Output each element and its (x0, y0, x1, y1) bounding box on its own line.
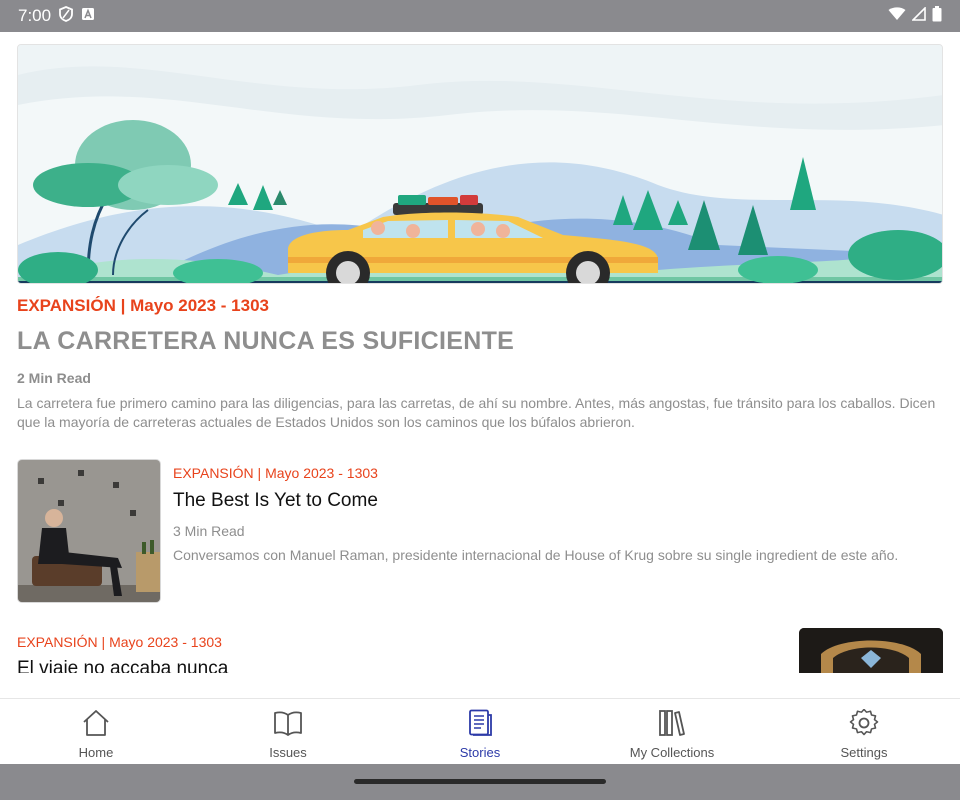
story-card[interactable]: EXPANSIÓN | Mayo 2023 - 1303 El viaje no… (17, 628, 943, 673)
home-gesture-handle[interactable] (354, 779, 606, 784)
stories-feed[interactable]: EXPANSIÓN | Mayo 2023 - 1303 LA CARRETER… (0, 32, 960, 673)
hero-read-time: 2 Min Read (17, 370, 91, 386)
hero-title[interactable]: LA CARRETERA NUNCA ES SUFICIENTE (17, 327, 514, 356)
nav-label: Stories (459, 745, 501, 760)
story-kicker: EXPANSIÓN | Mayo 2023 - 1303 (173, 465, 378, 481)
status-bar: 7:00 (0, 0, 960, 32)
nav-label: Settings (840, 745, 888, 760)
signal-icon (911, 5, 926, 26)
library-icon (657, 709, 687, 742)
nav-label: Home (78, 745, 114, 760)
story-summary: Conversamos con Manuel Raman, presidente… (173, 547, 899, 563)
hero-kicker: EXPANSIÓN | Mayo 2023 - 1303 (17, 296, 269, 315)
nav-stories[interactable]: Stories (384, 699, 576, 764)
nav-label: My Collections (629, 745, 715, 760)
system-navigation-bar (0, 764, 960, 800)
nav-my-collections[interactable]: My Collections (576, 699, 768, 764)
app-screen: 7:00 EXPANSIÓN | Mayo 2023 - 1303 LA CAR… (0, 0, 960, 800)
battery-icon (932, 5, 942, 27)
home-icon (81, 709, 111, 742)
wifi-icon (888, 6, 906, 26)
nav-settings[interactable]: Settings (768, 699, 960, 764)
story-thumbnail (799, 628, 943, 673)
shield-icon (59, 5, 73, 27)
story-kicker: EXPANSIÓN | Mayo 2023 - 1303 (17, 634, 222, 650)
story-title[interactable]: El viaje no accaba nunca (17, 658, 228, 673)
story-title[interactable]: The Best Is Yet to Come (173, 490, 378, 512)
hero-summary: La carretera fue primero camino para las… (17, 395, 936, 430)
article-icon (465, 709, 495, 742)
bottom-navigation: Home Issues Stories My Collections Setti… (0, 698, 960, 764)
hero-image[interactable] (17, 44, 943, 284)
gear-icon (849, 708, 879, 742)
story-card[interactable]: EXPANSIÓN | Mayo 2023 - 1303 The Best Is… (17, 459, 943, 604)
story-thumbnail (17, 459, 161, 603)
story-read-time: 3 Min Read (173, 523, 245, 539)
nav-home[interactable]: Home (0, 699, 192, 764)
status-time: 7:00 (18, 6, 52, 25)
nav-issues[interactable]: Issues (192, 699, 384, 764)
nav-label: Issues (269, 745, 307, 760)
book-open-icon (273, 709, 303, 742)
notification-a-icon (81, 6, 95, 26)
